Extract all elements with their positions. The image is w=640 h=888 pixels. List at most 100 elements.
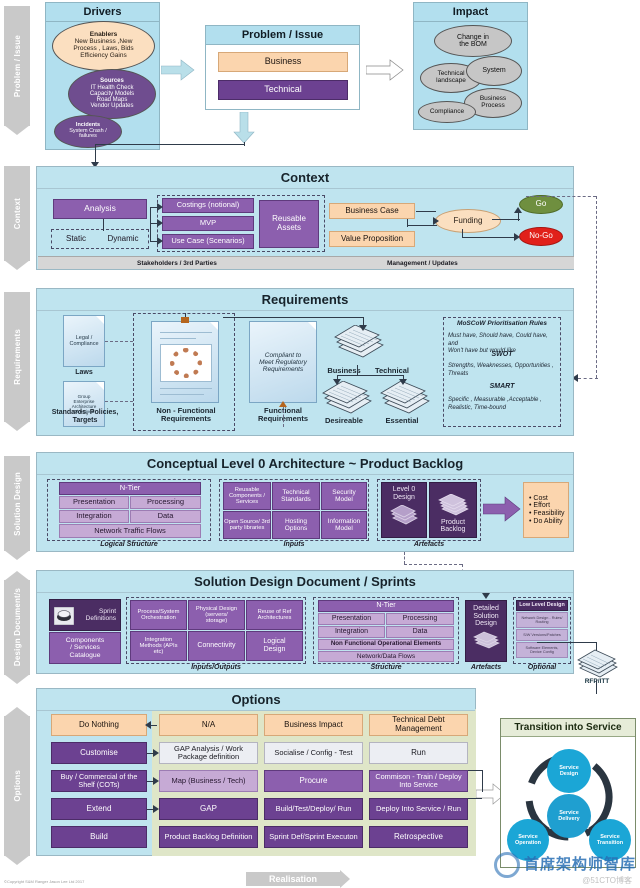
options-option-customise[interactable]: Customise bbox=[51, 742, 147, 764]
context-funding[interactable]: Funding bbox=[435, 209, 501, 233]
options-option-extend[interactable]: Extend bbox=[51, 798, 147, 820]
context-analysis[interactable]: Analysis bbox=[53, 199, 147, 219]
options-option-build[interactable]: Build bbox=[51, 826, 147, 848]
label: Use Case (Scenarios) bbox=[171, 236, 245, 246]
label: storage) bbox=[205, 618, 228, 625]
label: Network Traffic Flows bbox=[94, 525, 166, 535]
label: Model bbox=[335, 496, 353, 503]
sdd-lld-sw-versions[interactable]: S/W Versions/Patches bbox=[516, 629, 568, 641]
options-option-do-nothing[interactable]: Do Nothing bbox=[51, 714, 147, 736]
sdd-ntier-data[interactable]: Data bbox=[386, 626, 454, 638]
options-cell-retrospective[interactable]: Retrospective bbox=[369, 826, 468, 848]
sdd-io-connectivity[interactable]: Connectivity bbox=[188, 631, 245, 661]
connector-arrowhead-icon bbox=[399, 379, 407, 385]
phase-label: Requirements bbox=[12, 329, 22, 385]
context-use-case[interactable]: Use Case (Scenarios) bbox=[162, 234, 254, 249]
context-costings[interactable]: Costings (notional) bbox=[162, 198, 254, 213]
sdd-ntier-processing[interactable]: Processing bbox=[386, 613, 454, 625]
cloud-line: Change in bbox=[457, 33, 489, 41]
label: Integration bbox=[76, 511, 112, 521]
sdd-lld-network-design[interactable]: Network Design - Rules/ Routing bbox=[516, 612, 568, 628]
label: Assets bbox=[276, 223, 301, 232]
sdd-ntier-integration[interactable]: Integration bbox=[318, 626, 385, 638]
options-cell-sprint-def-execution[interactable]: Sprint Def/Sprint Executon bbox=[264, 826, 363, 848]
options-cell-socialise-config-test[interactable]: Socialise / Config - Test bbox=[264, 742, 363, 764]
conceptual-network-traffic-flows[interactable]: Network Traffic Flows bbox=[59, 524, 201, 538]
rules-smart-title: SMART bbox=[489, 383, 515, 390]
options-cell-technical-debt[interactable]: Technical Debt Management bbox=[369, 714, 468, 736]
arrow-head-icon bbox=[4, 260, 30, 270]
impact-card: Impact Change in the BOM Technical lands… bbox=[413, 2, 528, 130]
sdd-detailed-solution-design[interactable]: Detailed Solution Design bbox=[465, 600, 507, 662]
conceptual-input-security-model[interactable]: Security Model bbox=[321, 482, 367, 510]
label: Procure bbox=[299, 775, 328, 785]
sdd-io-integration-methods[interactable]: Integration Methods (APIs etc) bbox=[130, 631, 187, 661]
doc-line: Requirements bbox=[262, 365, 304, 373]
transition-node-service-design[interactable]: Service Design bbox=[547, 749, 591, 793]
context-business-case[interactable]: Business Case bbox=[329, 203, 415, 219]
options-cell-gap-analysis[interactable]: GAP Analysis / Work Package definition bbox=[159, 742, 258, 764]
label: Orchestration bbox=[141, 615, 176, 621]
context-reusable-assets[interactable]: Reusable Assets bbox=[259, 200, 319, 248]
label: Funding bbox=[453, 215, 483, 225]
context-value-proposition[interactable]: Value Proposition bbox=[329, 231, 415, 247]
conceptual-ntier-presentation[interactable]: Presentation bbox=[59, 496, 129, 509]
options-cell-product-backlog-definition[interactable]: Product Backlog Definition bbox=[159, 826, 258, 848]
label: Detailed bbox=[473, 605, 499, 612]
conceptual-input-technical-standards[interactable]: Technical Standards bbox=[272, 482, 320, 510]
conceptual-input-open-source[interactable]: Open Source/ 3rd party libraries bbox=[223, 511, 271, 539]
options-cell-business-impact[interactable]: Business Impact bbox=[264, 714, 363, 736]
problem-issue-technical[interactable]: Technical bbox=[218, 80, 348, 100]
sdd-sprint-definitions[interactable]: Sprint Definitions bbox=[49, 599, 121, 631]
sdd-components-catalogue[interactable]: Components / Services Catalogue bbox=[49, 632, 121, 664]
options-cell-commission-train[interactable]: Commison - Train / Deploy Into Service bbox=[369, 770, 468, 792]
flow-arrow-drivers-to-problem bbox=[161, 59, 195, 81]
label: Deploy Into Service / Run bbox=[375, 803, 462, 813]
options-cell-na[interactable]: N/A bbox=[159, 714, 258, 736]
options-cell-gap[interactable]: GAP bbox=[159, 798, 258, 820]
problem-issue-business[interactable]: Business bbox=[218, 52, 348, 72]
context-panel: Context Analysis Static Dynamic Costings… bbox=[36, 166, 574, 270]
label: Data bbox=[412, 628, 428, 636]
requirements-panel: Requirements Legal / Compliance Laws Gro… bbox=[36, 288, 574, 436]
sdd-lld-software-elements[interactable]: Software Elements, Device Config bbox=[516, 642, 568, 658]
sdd-io-physical-design[interactable]: Physical Design (servers/ storage) bbox=[188, 600, 245, 630]
cloud-line: Process bbox=[481, 102, 505, 109]
context-no-go[interactable]: No-Go bbox=[519, 227, 563, 246]
sdd-network-data-flows[interactable]: Network/Data Flows bbox=[318, 651, 454, 662]
label: Integration bbox=[334, 628, 369, 636]
context-static[interactable]: Static bbox=[54, 231, 98, 247]
context-go[interactable]: Go bbox=[519, 195, 563, 214]
options-cell-deploy-into-service-run[interactable]: Deploy Into Service / Run bbox=[369, 798, 468, 820]
label: Standards bbox=[281, 496, 311, 503]
label: / Services bbox=[70, 644, 100, 652]
conceptual-input-hosting-options[interactable]: Hosting Options bbox=[272, 511, 320, 539]
label: N/A bbox=[201, 719, 216, 729]
options-cell-map-business-tech[interactable]: Map (Business / Tech) bbox=[159, 770, 258, 792]
context-mvp[interactable]: MVP bbox=[162, 216, 254, 231]
options-cell-build-test-deploy-run[interactable]: Build/Test/Deploy/ Run bbox=[264, 798, 363, 820]
conceptual-artefact-level0-design[interactable]: Level 0 Design bbox=[381, 482, 427, 538]
label: Routing bbox=[535, 620, 549, 624]
phase-label: Problem / Issue bbox=[12, 34, 22, 98]
sdd-io-reuse-ref-architectures[interactable]: Reuse of Ref Architectures bbox=[246, 600, 303, 630]
sdd-io-process-orchestration[interactable]: Process/System Orchestration bbox=[130, 600, 187, 630]
label: Costings (notional) bbox=[176, 200, 240, 210]
conceptual-input-reusable-components[interactable]: Reusable Components / Services bbox=[223, 482, 271, 510]
context-dynamic[interactable]: Dynamic bbox=[99, 231, 147, 247]
sdd-nfoe[interactable]: Non Functional Operational Elements bbox=[318, 639, 454, 650]
arrow-head-icon bbox=[4, 674, 30, 684]
options-panel: Options Do Nothing N/A Business Impact T… bbox=[36, 688, 476, 856]
options-cell-procure[interactable]: Procure bbox=[264, 770, 363, 792]
options-cell-run[interactable]: Run bbox=[369, 742, 468, 764]
options-option-buy-cots[interactable]: Buy / Commercial of the Shelf (COTs) bbox=[51, 770, 147, 792]
conceptual-ntier-processing[interactable]: Processing bbox=[130, 496, 201, 509]
transition-node-service-delivery[interactable]: Service Delivery bbox=[547, 794, 591, 838]
label: N-Tier bbox=[119, 483, 141, 493]
conceptual-ntier-data[interactable]: Data bbox=[130, 510, 201, 523]
sdd-ntier-presentation[interactable]: Presentation bbox=[318, 613, 385, 625]
conceptual-input-information-model[interactable]: Information Model bbox=[321, 511, 367, 539]
conceptual-artefact-product-backlog[interactable]: Product Backlog bbox=[429, 482, 477, 538]
sdd-io-logical-design[interactable]: Logical Design bbox=[246, 631, 303, 661]
conceptual-ntier-integration[interactable]: Integration bbox=[59, 510, 129, 523]
